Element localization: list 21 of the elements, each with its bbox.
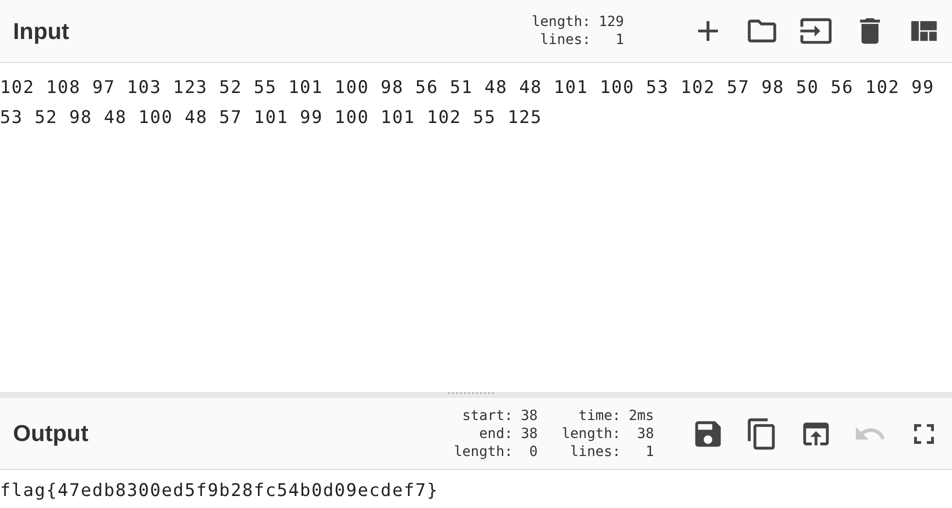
stat-label: lines: [539,31,591,49]
stat-value: 38 [520,406,538,424]
stat-label: lines: [569,442,621,460]
stat-value: 38 [520,424,538,442]
stat-value: 129 [598,13,624,31]
output-text: flag{47edb8300ed5f9b28fc54b0d09ecdef7} [0,480,440,503]
stat-value: 1 [644,442,654,460]
stat-label: end: [478,424,513,442]
stat-label: length: [454,442,513,460]
stat-value: 1 [614,31,624,49]
panel-title: Input [13,16,70,46]
stat-value: 0 [528,442,538,460]
stat-value: 2ms [628,406,654,424]
stat-label: length: [532,13,591,31]
panel-title: Output [13,419,88,448]
stat-label: length: [562,424,621,442]
input-text[interactable]: 102 108 97 103 123 52 55 101 100 98 56 51 48 48 101 100 53 102 57 98 50 56 102 99 53 52 98 48 100 48 57 101 99 100 101 102 55 125 [0,63,952,392]
stat-label: start: [461,406,513,424]
stat-label: time: [578,406,621,424]
panel-resize-handle[interactable] [0,392,952,398]
stat-value: 38 [636,424,654,442]
